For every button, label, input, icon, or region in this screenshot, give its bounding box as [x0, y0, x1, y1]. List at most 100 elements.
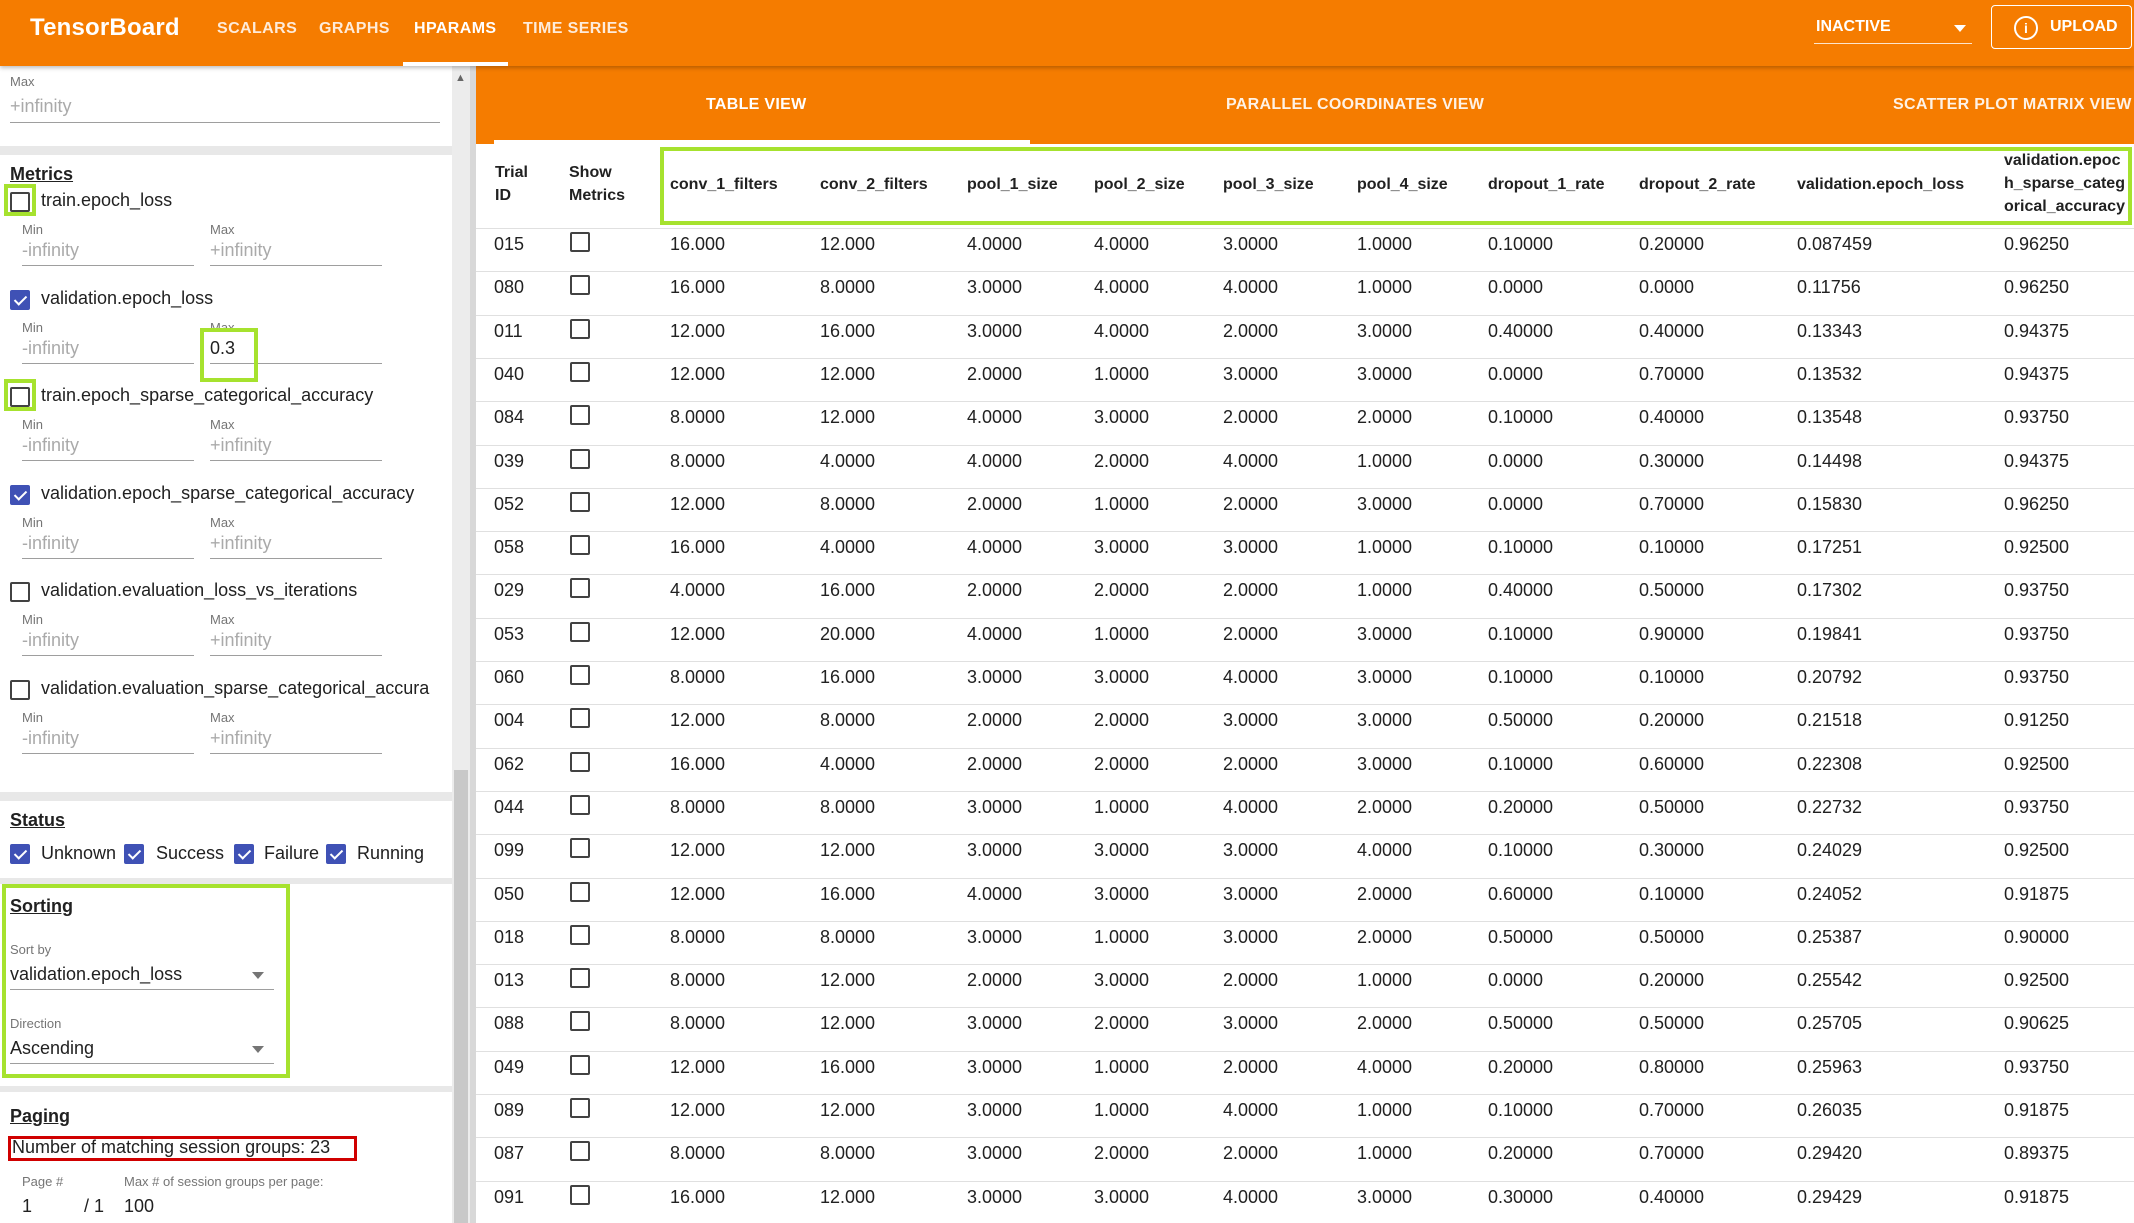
show-metrics-checkbox[interactable] [570, 578, 590, 599]
metric-validation-eval-accuracy-checkbox[interactable] [10, 679, 30, 700]
metric-validation-eval-loss-min-input[interactable]: -infinity [22, 630, 79, 651]
metric-validation-eval-accuracy-max-input[interactable]: +infinity [210, 728, 272, 749]
table-cell: 2.0000 [967, 753, 1023, 774]
show-metrics-checkbox[interactable] [570, 1054, 590, 1075]
show-metrics-checkbox[interactable] [570, 1098, 590, 1118]
metric-train-epoch-accuracy-min-input[interactable]: -infinity [22, 435, 79, 456]
tab-parallel-coordinates-view[interactable]: PARALLEL COORDINATES VIEW [1226, 96, 1484, 114]
table-cell: 0.91250 [2004, 710, 2070, 731]
header-validation-accuracy-line3: orical_accuracy [2004, 198, 2125, 215]
header-show-metrics[interactable]: Show Metrics [569, 161, 625, 207]
header-pool-4-size[interactable]: pool_4_size [1357, 173, 1448, 196]
metric-validation-epoch-accuracy-max-input[interactable]: +infinity [210, 533, 272, 554]
show-metrics-checkbox[interactable] [570, 708, 590, 729]
show-metrics-checkbox[interactable] [570, 491, 590, 512]
header-dropout-1-rate[interactable]: dropout_1_rate [1488, 173, 1604, 196]
status-failure-checkbox[interactable] [234, 844, 254, 864]
nav-tab-graphs[interactable]: GRAPHS [319, 20, 390, 38]
header-validation-epoch-loss[interactable]: validation.epoch_loss [1797, 173, 1964, 196]
run-status-select[interactable]: INACTIVE [1814, 16, 1972, 44]
show-metrics-checkbox[interactable] [570, 1141, 590, 1162]
metric-validation-epoch-loss-min-input[interactable]: -infinity [22, 338, 79, 359]
show-metrics-checkbox[interactable] [570, 881, 590, 902]
show-metrics-checkbox[interactable] [570, 1184, 590, 1205]
show-metrics-checkbox[interactable] [570, 838, 590, 859]
direction-select[interactable]: Ascending [10, 1034, 274, 1064]
show-metrics-checkbox[interactable] [570, 665, 590, 685]
status-running-checkbox[interactable] [326, 844, 346, 864]
show-metrics-checkbox[interactable] [570, 621, 590, 642]
scroll-up-arrow-icon[interactable]: ▲ [455, 72, 466, 84]
metric-train-epoch-loss-max-input[interactable]: +infinity [210, 240, 272, 261]
sort-by-select[interactable]: validation.epoch_loss [10, 960, 274, 990]
metric-train-epoch-accuracy-checkbox[interactable] [10, 387, 30, 407]
show-metrics-checkbox[interactable] [570, 968, 590, 989]
show-metrics-checkbox[interactable] [570, 361, 590, 382]
nav-tab-hparams[interactable]: HPARAMS [414, 20, 497, 38]
show-metrics-checkbox[interactable] [570, 751, 590, 772]
metric-validation-epoch-accuracy-min-input[interactable]: -infinity [22, 533, 79, 554]
sidebar-scroll-thumb[interactable] [454, 770, 468, 1223]
table-cell: 0.96250 [2004, 277, 2070, 298]
table-cell: 8.0000 [820, 493, 876, 514]
table-cell: 3.0000 [1094, 537, 1150, 558]
nav-tab-time-series[interactable]: TIME SERIES [523, 20, 629, 38]
tab-table-view[interactable]: TABLE VIEW [706, 96, 806, 114]
show-metrics-checkbox[interactable] [570, 924, 590, 945]
metric-train-epoch-loss-min-input[interactable]: -infinity [22, 240, 79, 261]
header-validation-accuracy-line2: h_sparse_categ [2004, 175, 2125, 192]
show-metrics-checkbox[interactable] [570, 405, 590, 426]
metric-train-epoch-loss-checkbox[interactable] [10, 192, 30, 212]
per-page-input[interactable]: 100 [124, 1196, 154, 1217]
table-cell: 16.000 [820, 883, 876, 904]
page-number-input[interactable]: 1 [22, 1196, 32, 1217]
nav-tab-scalars[interactable]: SCALARS [217, 20, 297, 38]
metric-validation-eval-loss-checkbox[interactable] [10, 582, 30, 602]
table-cell: 3.0000 [1223, 840, 1279, 861]
section-divider [0, 1086, 452, 1092]
metric-validation-epoch-loss-max-input[interactable]: 0.3 [210, 338, 235, 359]
trial-id-cell: 091 [494, 1186, 525, 1207]
show-metrics-checkbox[interactable] [570, 318, 590, 339]
metric-validation-epoch-loss-checkbox[interactable] [10, 289, 30, 310]
table-cell: 0.20000 [1488, 796, 1554, 817]
metric-validation-eval-accuracy-min-input[interactable]: -infinity [22, 728, 79, 749]
table-cell: 12.000 [820, 1013, 876, 1034]
header-trial-id[interactable]: Trial ID [495, 161, 528, 207]
header-pool-1-size[interactable]: pool_1_size [967, 173, 1058, 196]
header-validation-accuracy[interactable]: validation.epoc h_sparse_categ orical_ac… [2004, 149, 2125, 218]
table-cell: 2.0000 [1223, 493, 1279, 514]
upload-label: UPLOAD [2050, 18, 2118, 35]
metric-validation-epoch-loss-max-underline [210, 362, 382, 364]
table-cell: 0.92500 [2004, 753, 2070, 774]
show-metrics-checkbox[interactable] [570, 535, 590, 556]
header-pool-3-size[interactable]: pool_3_size [1223, 173, 1314, 196]
show-metrics-checkbox[interactable] [570, 275, 590, 296]
show-metrics-checkbox[interactable] [570, 448, 590, 469]
status-success-checkbox[interactable] [124, 844, 144, 864]
header-trial-id-line1: Trial [495, 164, 528, 181]
metric-train-epoch-accuracy-max-input[interactable]: +infinity [210, 435, 272, 456]
show-metrics-checkbox[interactable] [570, 232, 590, 252]
status-unknown-checkbox[interactable] [10, 844, 30, 864]
header-conv-1-filters[interactable]: conv_1_filters [670, 173, 778, 196]
upload-button[interactable]: i UPLOAD [1991, 5, 2132, 49]
tab-scatter-plot-matrix-view[interactable]: SCATTER PLOT MATRIX VIEW [1893, 96, 2132, 114]
metric-validation-eval-loss-max-input[interactable]: +infinity [210, 630, 272, 651]
trial-id-cell: 084 [494, 407, 525, 428]
top-max-input[interactable]: +infinity [10, 96, 72, 117]
row-divider [476, 1180, 2134, 1182]
metric-train-epoch-accuracy-label: train.epoch_sparse_categorical_accuracy [41, 385, 374, 405]
show-metrics-checkbox[interactable] [570, 1011, 590, 1032]
table-cell: 12.000 [820, 1186, 876, 1207]
table-cell: 0.50000 [1488, 710, 1554, 731]
header-conv-2-filters[interactable]: conv_2_filters [820, 173, 928, 196]
header-dropout-2-rate[interactable]: dropout_2_rate [1639, 173, 1755, 196]
table-cell: 1.0000 [1094, 363, 1150, 384]
table-cell: 0.70000 [1639, 1100, 1705, 1120]
table-cell: 0.92500 [2004, 970, 2070, 991]
table-cell: 2.0000 [1223, 623, 1279, 644]
show-metrics-checkbox[interactable] [570, 794, 590, 815]
metric-validation-epoch-accuracy-checkbox[interactable] [10, 484, 30, 505]
header-pool-2-size[interactable]: pool_2_size [1094, 173, 1185, 196]
